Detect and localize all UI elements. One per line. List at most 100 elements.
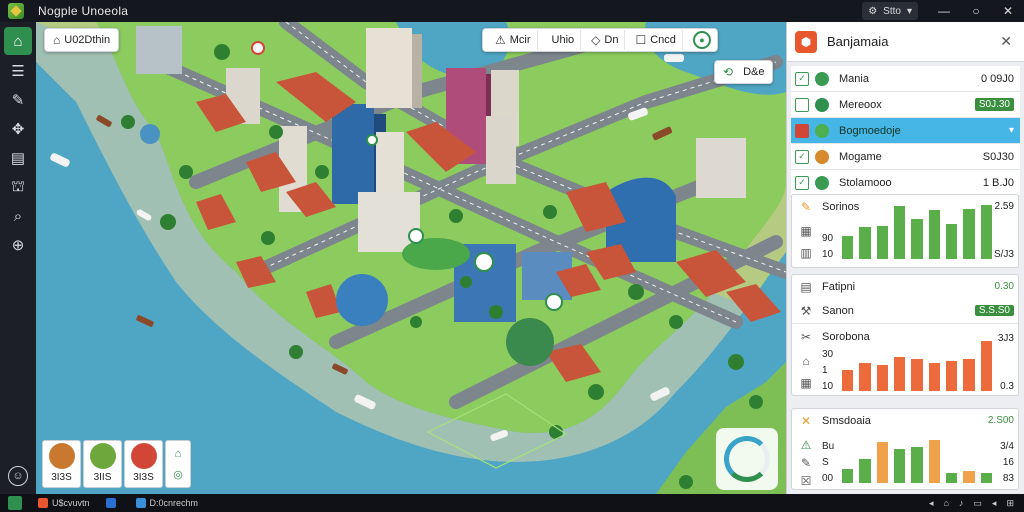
y-tick: 10 <box>822 249 834 260</box>
stat-row[interactable]: Mereoox S0J.30 <box>791 92 1020 118</box>
bar <box>946 361 958 391</box>
y-tick-right: 3J3 <box>997 333 1014 344</box>
map-refresh-chip[interactable]: ⟲ D&e <box>714 60 774 84</box>
tray-icon[interactable]: ♪ <box>959 498 964 509</box>
menu-icon[interactable]: ☰ <box>4 58 32 84</box>
game-window: Nogple Unoeola ⚙ Stto ▾ — ○ ✕ ⌂ ☰ ✎ ✥ ▤ ⛫ ⌕ ⊕ ☺ <box>0 0 1024 512</box>
taskbar-app[interactable]: U$cvuvtn <box>38 498 90 508</box>
y-tick-right: S/J3 <box>993 249 1014 260</box>
tray-icon[interactable]: ⌂ <box>943 498 948 509</box>
stat-label: Mogame <box>839 150 882 163</box>
stat-row[interactable]: ✓ Stolamooo 1 B.J0 <box>791 170 1020 196</box>
unit-card[interactable]: 3I3S <box>42 440 81 488</box>
stat-label: Bogmoedoje <box>839 124 901 137</box>
minimize-button[interactable]: — <box>928 0 960 22</box>
search-icon[interactable]: ⌕ <box>4 203 32 229</box>
bar <box>928 210 940 259</box>
bar <box>911 218 923 259</box>
y-tick: 1 <box>822 365 828 376</box>
filter-label: Cncd <box>650 34 676 46</box>
bar <box>859 459 871 483</box>
close-button[interactable]: ✕ <box>992 0 1024 22</box>
panel-header: ⬢ Banjamaia ✕ <box>787 22 1024 62</box>
checkbox-icon[interactable] <box>795 97 809 112</box>
resource-icon <box>815 71 829 86</box>
filter-item[interactable]: ◇ Dn <box>585 30 626 50</box>
checkbox-icon[interactable]: ✓ <box>795 175 809 190</box>
stat-value: 1 B.J0 <box>982 176 1014 189</box>
bar <box>842 468 854 483</box>
stat-row[interactable]: ✓ Mania 0 09J0 <box>791 66 1020 92</box>
tray-icon[interactable]: ▭ <box>973 498 982 509</box>
stat-row[interactable]: Bogmoedoje ▾ <box>791 118 1020 144</box>
checkbox-icon[interactable] <box>795 123 809 138</box>
app-logo-icon <box>8 3 24 19</box>
unit-actions[interactable]: ⌂ ◎ <box>165 440 191 488</box>
bar <box>963 208 975 259</box>
unit-card[interactable]: 3IIS <box>83 440 122 488</box>
y-tick-right: 16 <box>1002 457 1014 468</box>
house-action-icon[interactable]: ⌂ <box>175 448 182 460</box>
stat-row[interactable]: ✓ Mogame S0J30 <box>791 144 1020 170</box>
filter-item[interactable]: ⚠ Mcir <box>489 30 538 50</box>
report-icon: ▦ <box>800 224 812 238</box>
y-tick: 90 <box>822 233 834 244</box>
zoom-search-icon[interactable]: ⊕ <box>4 232 32 258</box>
chevron-down-icon[interactable]: ▾ <box>1009 125 1014 136</box>
bar <box>963 471 975 483</box>
bar-chart-sorobona <box>842 335 992 391</box>
card-sub-badge: S.S.S0 <box>974 305 1014 316</box>
city-map[interactable]: ⌂ U02Dthin ⚠ Mcir Uhio ◇ Dn ☐ Cncd ● ⟲ D&e 3I3S… <box>36 22 786 494</box>
start-button[interactable] <box>8 496 22 510</box>
bar <box>842 370 854 391</box>
y-tick-right: 2.59 <box>994 201 1014 212</box>
filter-item[interactable]: Uhio <box>542 30 582 50</box>
tray-icon[interactable]: ◂ <box>929 498 934 509</box>
home-icon[interactable]: ⌂ <box>4 27 32 55</box>
checkbox-icon[interactable]: ✓ <box>795 149 809 164</box>
unit-bar: 3I3S 3IIS 3I3S ⌂ ◎ <box>42 440 191 488</box>
target-action-icon[interactable]: ◎ <box>173 468 183 481</box>
tray-icon[interactable]: ◂ <box>992 498 997 509</box>
maximize-button[interactable]: ○ <box>960 0 992 22</box>
minimap-compass[interactable] <box>716 428 778 490</box>
filter-item[interactable]: ☐ Cncd <box>629 30 683 50</box>
bar <box>980 340 992 391</box>
resource-icon <box>815 149 829 164</box>
map-canvas[interactable] <box>36 22 786 494</box>
taskbar: U$cvuvtn D:0cnrechm ◂ ⌂ ♪ ▭ ◂ ⊞ <box>0 494 1024 512</box>
bar <box>946 473 958 483</box>
bar <box>894 449 906 483</box>
window-title: Nogple Unoeola <box>38 4 129 18</box>
paint-icon[interactable]: ✎ <box>4 87 32 113</box>
bar <box>859 227 871 259</box>
card-value: 0.30 <box>994 281 1014 292</box>
account-dropdown[interactable]: ⚙ Stto ▾ <box>862 2 918 20</box>
tray-icon[interactable]: ⊞ <box>1006 498 1014 509</box>
confirm-filter-button[interactable]: ● <box>692 31 711 49</box>
stat-label: Mereoox <box>839 98 882 111</box>
panel-title: Banjamaia <box>827 34 889 49</box>
taskbar-app[interactable]: D:0cnrechm <box>135 498 199 508</box>
card-value: 2.S00 <box>987 415 1014 426</box>
filter-icon: ☐ <box>635 33 647 47</box>
taskbar-app[interactable] <box>105 498 120 508</box>
move-icon[interactable]: ✥ <box>4 116 32 142</box>
checkbox-icon[interactable]: ✓ <box>795 71 809 86</box>
crossed-tools-icon: ✕ <box>800 414 812 428</box>
unit-portrait-icon <box>89 443 116 469</box>
unit-card[interactable]: 3I3S <box>124 440 163 488</box>
graph-icon: ▥ <box>800 246 812 260</box>
document-icon[interactable]: ▤ <box>4 145 32 171</box>
card-title: Fatipni <box>822 281 856 293</box>
bar <box>894 205 906 259</box>
filter-label: Dn <box>604 34 619 46</box>
profile-icon[interactable]: ☺ <box>8 466 28 486</box>
taskbar-app-label: D:0cnrechm <box>149 498 199 508</box>
map-title-chip[interactable]: ⌂ U02Dthin <box>44 28 120 52</box>
close-panel-button[interactable]: ✕ <box>1000 33 1012 50</box>
app-icon <box>38 498 48 508</box>
bar <box>876 364 888 391</box>
build-icon[interactable]: ⛫ <box>4 174 32 200</box>
bar <box>859 363 871 391</box>
